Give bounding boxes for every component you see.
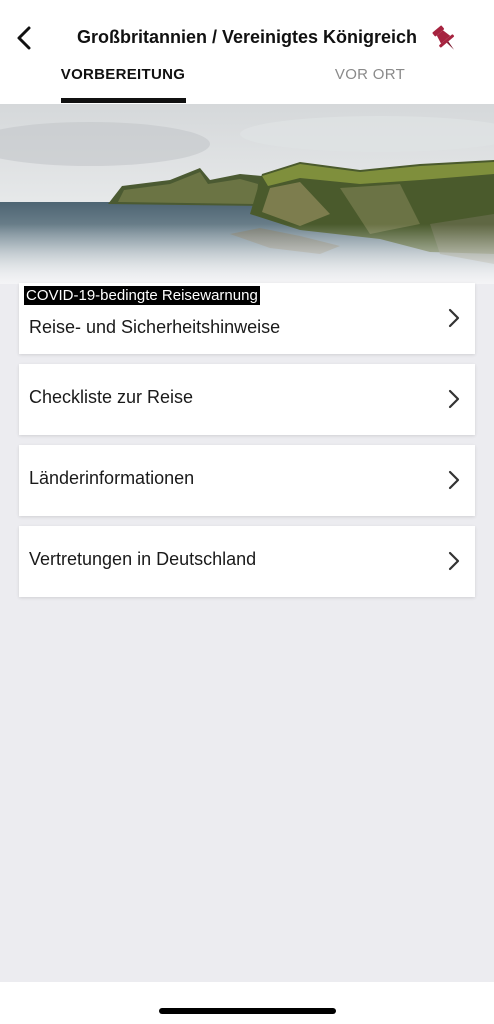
menu-item-label: Länderinformationen [29,468,195,488]
country-hero-image [0,104,494,284]
pin-button[interactable] [426,20,464,58]
back-button[interactable] [8,20,40,56]
menu-item-label: Reise- und Sicherheitshinweise [29,317,281,337]
bottom-safe-area [0,982,494,1024]
chevron-right-icon [448,389,460,409]
home-indicator[interactable] [159,1008,336,1014]
menu-item-checkliste[interactable]: Checkliste zur Reise [19,364,475,435]
menu-item-label: Checkliste zur Reise [29,387,194,407]
chevron-right-icon [448,470,460,490]
tab-vor-ort[interactable]: VOR ORT [318,66,422,83]
covid-warning-badge: COVID-19-bedingte Reisewarnung [24,286,260,305]
chevron-right-icon [448,308,460,328]
menu-item-vertretungen[interactable]: Vertretungen in Deutschland [19,526,475,597]
top-bar: Großbritannien / Vereinigtes Königreich … [0,0,494,104]
active-tab-indicator [61,98,186,103]
menu-item-label: Vertretungen in Deutschland [29,549,257,569]
pushpin-icon [432,25,455,50]
tab-vorbereitung[interactable]: VORBEREITUNG [58,66,188,83]
page-title: Großbritannien / Vereinigtes Königreich [76,27,418,47]
chevron-left-icon [17,26,31,50]
menu-item-laenderinformationen[interactable]: Länderinformationen [19,445,475,516]
chevron-right-icon [448,551,460,571]
